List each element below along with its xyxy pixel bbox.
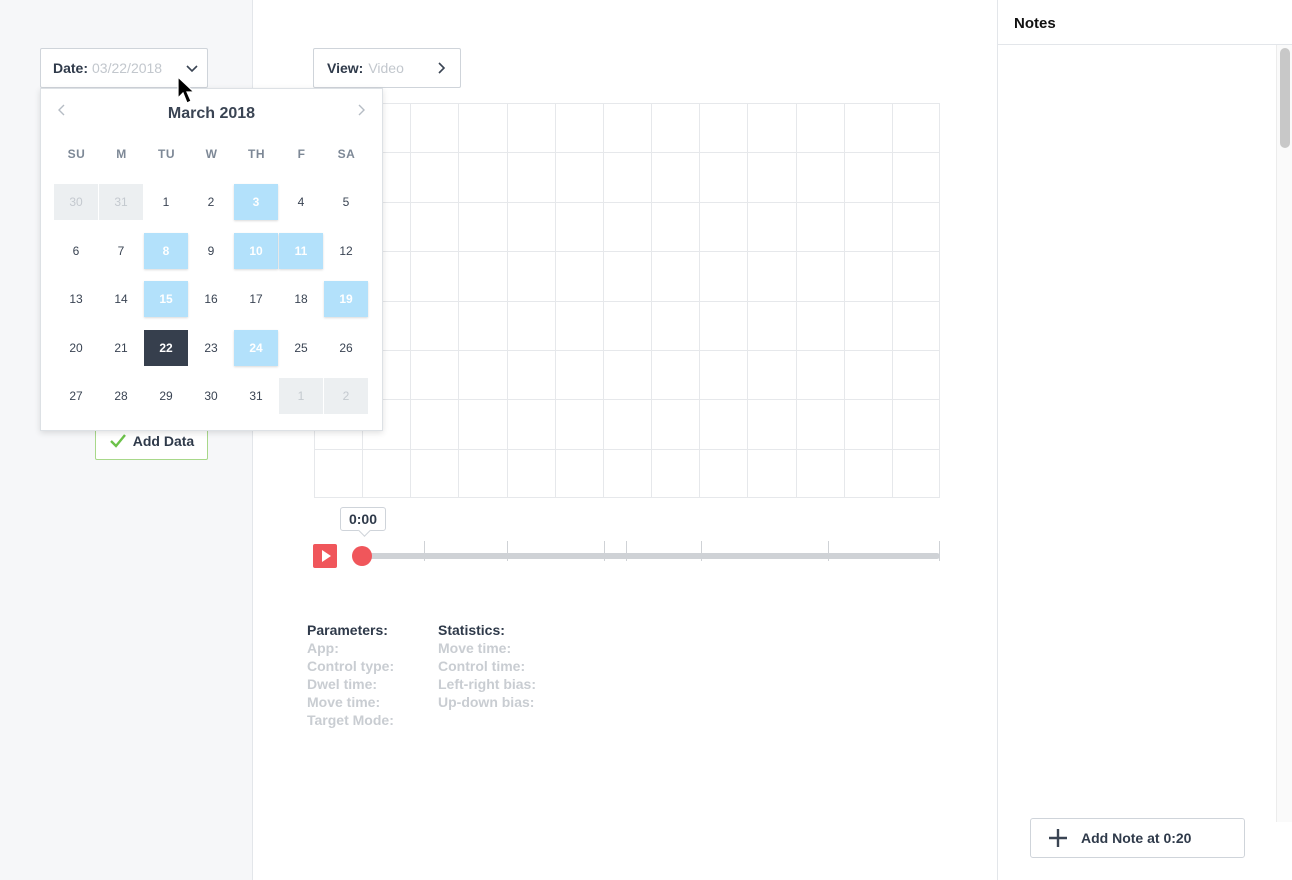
timeline-tick — [701, 541, 702, 561]
statistic-item: Control time: — [438, 658, 526, 674]
chevron-down-icon — [186, 65, 198, 73]
parameter-item: Target Mode: — [307, 712, 394, 728]
weekday-header: F — [297, 147, 306, 161]
calendar-day-grid: 30 31 1 2 3 4 5 6 7 8 9 10 11 12 13 14 15 16 17 18 19 20 21 22 2… — [54, 184, 369, 427]
weekday-header: W — [205, 147, 218, 161]
calendar-day[interactable]: 7 — [99, 233, 143, 269]
date-picker-calendar: March 2018 SU M TU W TH F SA 30 31 1 2 3 4 5 6 7 8 9 10 11… — [40, 88, 383, 431]
calendar-day-with-data[interactable]: 3 — [234, 184, 278, 220]
notes-scrollbar-thumb[interactable] — [1280, 48, 1290, 148]
calendar-day[interactable]: 18 — [279, 281, 323, 317]
calendar-day[interactable]: 16 — [189, 281, 233, 317]
statistic-item: Up-down bias: — [438, 694, 535, 710]
add-data-label: Add Data — [132, 433, 195, 449]
chevron-right-icon — [438, 62, 446, 74]
timeline-track[interactable] — [362, 541, 940, 561]
play-icon — [322, 550, 331, 562]
calendar-day[interactable]: 28 — [99, 378, 143, 414]
video-grid-area — [314, 103, 940, 498]
calendar-day-other-month[interactable]: 2 — [324, 378, 368, 414]
view-select-label: View: — [327, 60, 364, 76]
add-note-label: Add Note at 0:20 — [1081, 830, 1192, 846]
calendar-day[interactable]: 26 — [324, 330, 368, 366]
calendar-day[interactable]: 31 — [234, 378, 278, 414]
calendar-day[interactable]: 27 — [54, 378, 98, 414]
calendar-day-with-data[interactable]: 24 — [234, 329, 278, 366]
weekday-header: M — [116, 147, 127, 161]
playback-time-tooltip: 0:00 — [340, 507, 386, 531]
calendar-day-with-data[interactable]: 19 — [324, 281, 368, 317]
calendar-day[interactable]: 9 — [189, 233, 233, 269]
calendar-day[interactable]: 23 — [189, 330, 233, 366]
parameter-item: Move time: — [307, 694, 381, 710]
timeline-tick — [828, 541, 829, 561]
calendar-day-with-data[interactable]: 10 — [234, 232, 278, 269]
calendar-day[interactable]: 14 — [99, 281, 143, 317]
parameters-section: Parameters: App: Control type: Dwel time: M… — [307, 621, 394, 729]
date-select-label: Date: — [53, 60, 89, 76]
calendar-day[interactable]: 2 — [189, 184, 233, 220]
view-select[interactable]: View: Video — [313, 48, 461, 88]
date-select-value: 03/22/2018 — [92, 60, 163, 76]
notes-title: Notes — [998, 0, 1292, 45]
calendar-day[interactable]: 29 — [144, 378, 188, 414]
statistic-item: Move time: — [438, 640, 512, 656]
statistic-item: Left-right bias: — [438, 676, 536, 692]
plus-icon — [1049, 829, 1067, 847]
notes-scrollbar[interactable] — [1276, 45, 1292, 822]
calendar-header: March 2018 — [41, 89, 382, 135]
calendar-day[interactable]: 5 — [324, 184, 368, 220]
parameter-item: Control type: — [307, 658, 395, 674]
calendar-day-with-data[interactable]: 11 — [279, 232, 323, 269]
calendar-day-other-month[interactable]: 1 — [279, 378, 323, 414]
parameters-title: Parameters: — [307, 622, 388, 638]
calendar-day[interactable]: 25 — [279, 330, 323, 366]
calendar-day[interactable]: 30 — [189, 378, 233, 414]
statistics-title: Statistics: — [438, 622, 505, 638]
notes-panel: Notes Add Note at 0:20 — [997, 0, 1292, 880]
timeline-tick — [507, 541, 508, 561]
calendar-day-other-month[interactable]: 31 — [99, 184, 143, 220]
calendar-weekday-row: SU M TU W TH F SA — [54, 147, 369, 161]
statistics-section: Statistics: Move time: Control time: Left-… — [438, 621, 536, 711]
weekday-header: SA — [337, 147, 356, 161]
timeline-tick — [424, 541, 425, 561]
view-select-value: Video — [368, 60, 404, 76]
calendar-day[interactable]: 20 — [54, 330, 98, 366]
calendar-day[interactable]: 17 — [234, 281, 278, 317]
timeline-scrubber[interactable] — [352, 546, 372, 566]
parameter-item: App: — [307, 640, 339, 656]
mouse-cursor-icon — [177, 76, 196, 104]
calendar-day[interactable]: 13 — [54, 281, 98, 317]
calendar-day-other-month[interactable]: 30 — [54, 184, 98, 220]
weekday-header: TU — [158, 147, 175, 161]
timeline-tick — [604, 541, 605, 561]
weekday-header: SU — [67, 147, 86, 161]
calendar-month-title: March 2018 — [167, 105, 256, 122]
calendar-day-with-data[interactable]: 8 — [144, 232, 188, 269]
play-button[interactable] — [313, 544, 337, 568]
chevron-right-icon[interactable] — [354, 103, 368, 117]
parameter-item: Dwel time: — [307, 676, 378, 692]
calendar-day[interactable]: 12 — [324, 233, 368, 269]
checkmark-icon — [109, 434, 126, 448]
calendar-day[interactable]: 6 — [54, 233, 98, 269]
calendar-day[interactable]: 4 — [279, 184, 323, 220]
calendar-day[interactable]: 1 — [144, 184, 188, 220]
weekday-header: TH — [248, 147, 265, 161]
add-note-button[interactable]: Add Note at 0:20 — [1030, 818, 1245, 858]
calendar-day-with-data[interactable]: 15 — [144, 281, 188, 317]
timeline-tick — [626, 541, 627, 561]
timeline-tick — [939, 541, 940, 561]
calendar-day-selected[interactable]: 22 — [144, 329, 188, 366]
calendar-day[interactable]: 21 — [99, 330, 143, 366]
